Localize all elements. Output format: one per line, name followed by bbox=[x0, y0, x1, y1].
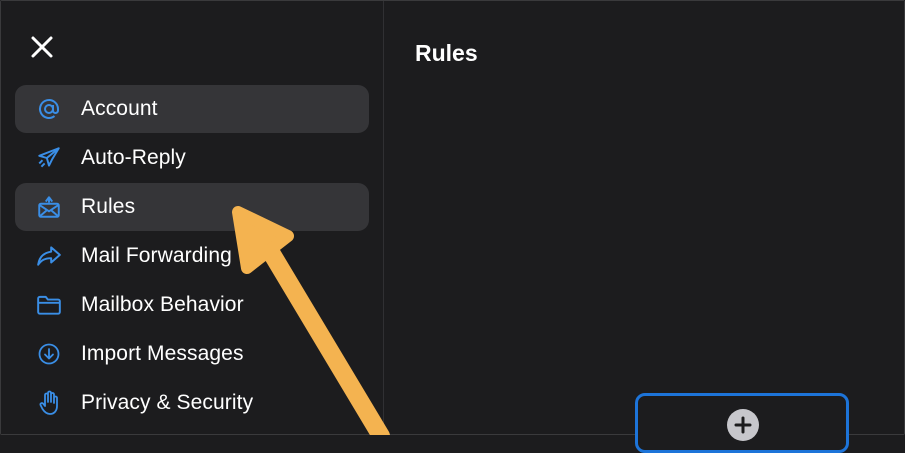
settings-sidebar: Account Auto-Reply Rules Mail Forwarding… bbox=[1, 1, 384, 434]
hand-icon bbox=[35, 389, 63, 417]
close-button[interactable] bbox=[25, 30, 59, 64]
sidebar-item-label: Mailbox Behavior bbox=[81, 293, 244, 316]
sidebar-item-label: Privacy & Security bbox=[81, 391, 254, 414]
folder-icon bbox=[35, 291, 63, 319]
rules-panel: Rules bbox=[384, 1, 904, 453]
sidebar-item-label: Account bbox=[81, 97, 158, 120]
download-circle-icon bbox=[35, 340, 63, 368]
sidebar-item-label: Import Messages bbox=[81, 342, 244, 365]
page-title: Rules bbox=[415, 40, 478, 66]
sidebar-item-privacy-security[interactable]: Privacy & Security bbox=[15, 379, 369, 427]
sidebar-item-label: Auto-Reply bbox=[81, 146, 186, 169]
add-rule-button[interactable] bbox=[635, 393, 849, 453]
forward-arrow-icon bbox=[35, 242, 63, 270]
sidebar-item-label: Rules bbox=[81, 195, 136, 218]
sidebar-item-label: Mail Forwarding bbox=[81, 244, 232, 267]
settings-menu: Account Auto-Reply Rules Mail Forwarding… bbox=[15, 85, 369, 428]
sidebar-item-mailbox-behavior[interactable]: Mailbox Behavior bbox=[15, 281, 369, 329]
close-icon bbox=[31, 36, 53, 58]
sidebar-item-import-messages[interactable]: Import Messages bbox=[15, 330, 369, 378]
sidebar-item-rules[interactable]: Rules bbox=[15, 183, 369, 231]
envelope-rules-icon bbox=[35, 193, 63, 221]
sidebar-item-mail-forwarding[interactable]: Mail Forwarding bbox=[15, 232, 369, 280]
sidebar-item-account[interactable]: Account bbox=[15, 85, 369, 133]
airplane-icon bbox=[35, 144, 63, 172]
sidebar-item-auto-reply[interactable]: Auto-Reply bbox=[15, 134, 369, 182]
plus-icon bbox=[727, 409, 759, 441]
at-sign-icon bbox=[35, 95, 63, 123]
